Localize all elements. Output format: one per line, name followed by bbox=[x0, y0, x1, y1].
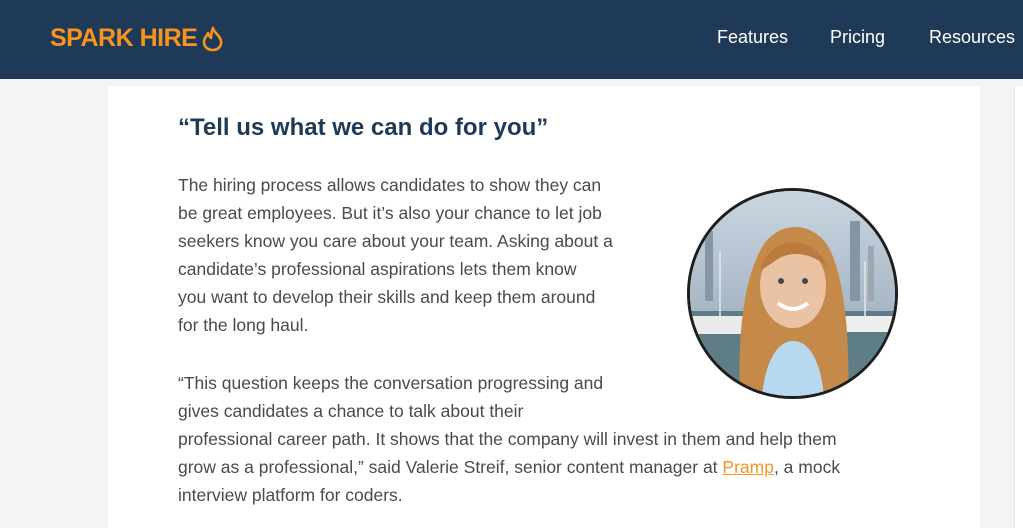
paragraph-1-line: candidate’s professional aspirations let… bbox=[178, 259, 577, 279]
paragraph-2-line: grow as a professional,” said Valerie St… bbox=[178, 453, 898, 481]
flame-icon bbox=[203, 26, 223, 51]
brand-name: SPARK HIRE bbox=[50, 24, 198, 52]
portrait-photo bbox=[690, 191, 895, 396]
paragraph-1-line: be great employees. But it’s also your c… bbox=[178, 203, 602, 223]
nav-pricing-link[interactable]: Pricing bbox=[830, 27, 885, 48]
section-heading: “Tell us what we can do for you” bbox=[178, 114, 549, 141]
paragraph-1-line: seekers know you care about your team. A… bbox=[178, 231, 613, 251]
paragraph-2-quote: “This question keeps the conversation pr… bbox=[178, 369, 898, 509]
paragraph-2-text: , a mock bbox=[773, 457, 841, 477]
top-navbar: SPARK HIRE Features Pricing Resources bbox=[0, 0, 1023, 79]
sidebar-panel-edge bbox=[1014, 86, 1023, 528]
paragraph-2-line: professional career path. It shows that … bbox=[178, 429, 837, 449]
nav-resources-link[interactable]: Resources bbox=[929, 27, 1015, 48]
interviewee-portrait bbox=[687, 188, 898, 399]
paragraph-1: The hiring process allows candidates to … bbox=[178, 171, 648, 339]
paragraph-2-line: gives candidates a chance to talk about … bbox=[178, 401, 524, 421]
spark-hire-logo[interactable]: SPARK HIRE bbox=[50, 24, 225, 53]
pramp-link[interactable]: Pramp bbox=[722, 457, 774, 477]
paragraph-2-line: interview platform for coders. bbox=[178, 485, 403, 505]
paragraph-1-line: for the long haul. bbox=[178, 315, 309, 335]
paragraph-1-line: you want to develop their skills and kee… bbox=[178, 287, 596, 307]
paragraph-1-line: The hiring process allows candidates to … bbox=[178, 175, 602, 195]
paragraph-2-text: grow as a professional,” said Valerie St… bbox=[178, 457, 723, 477]
nav-features-link[interactable]: Features bbox=[717, 27, 788, 48]
paragraph-2-line: “This question keeps the conversation pr… bbox=[178, 373, 604, 393]
